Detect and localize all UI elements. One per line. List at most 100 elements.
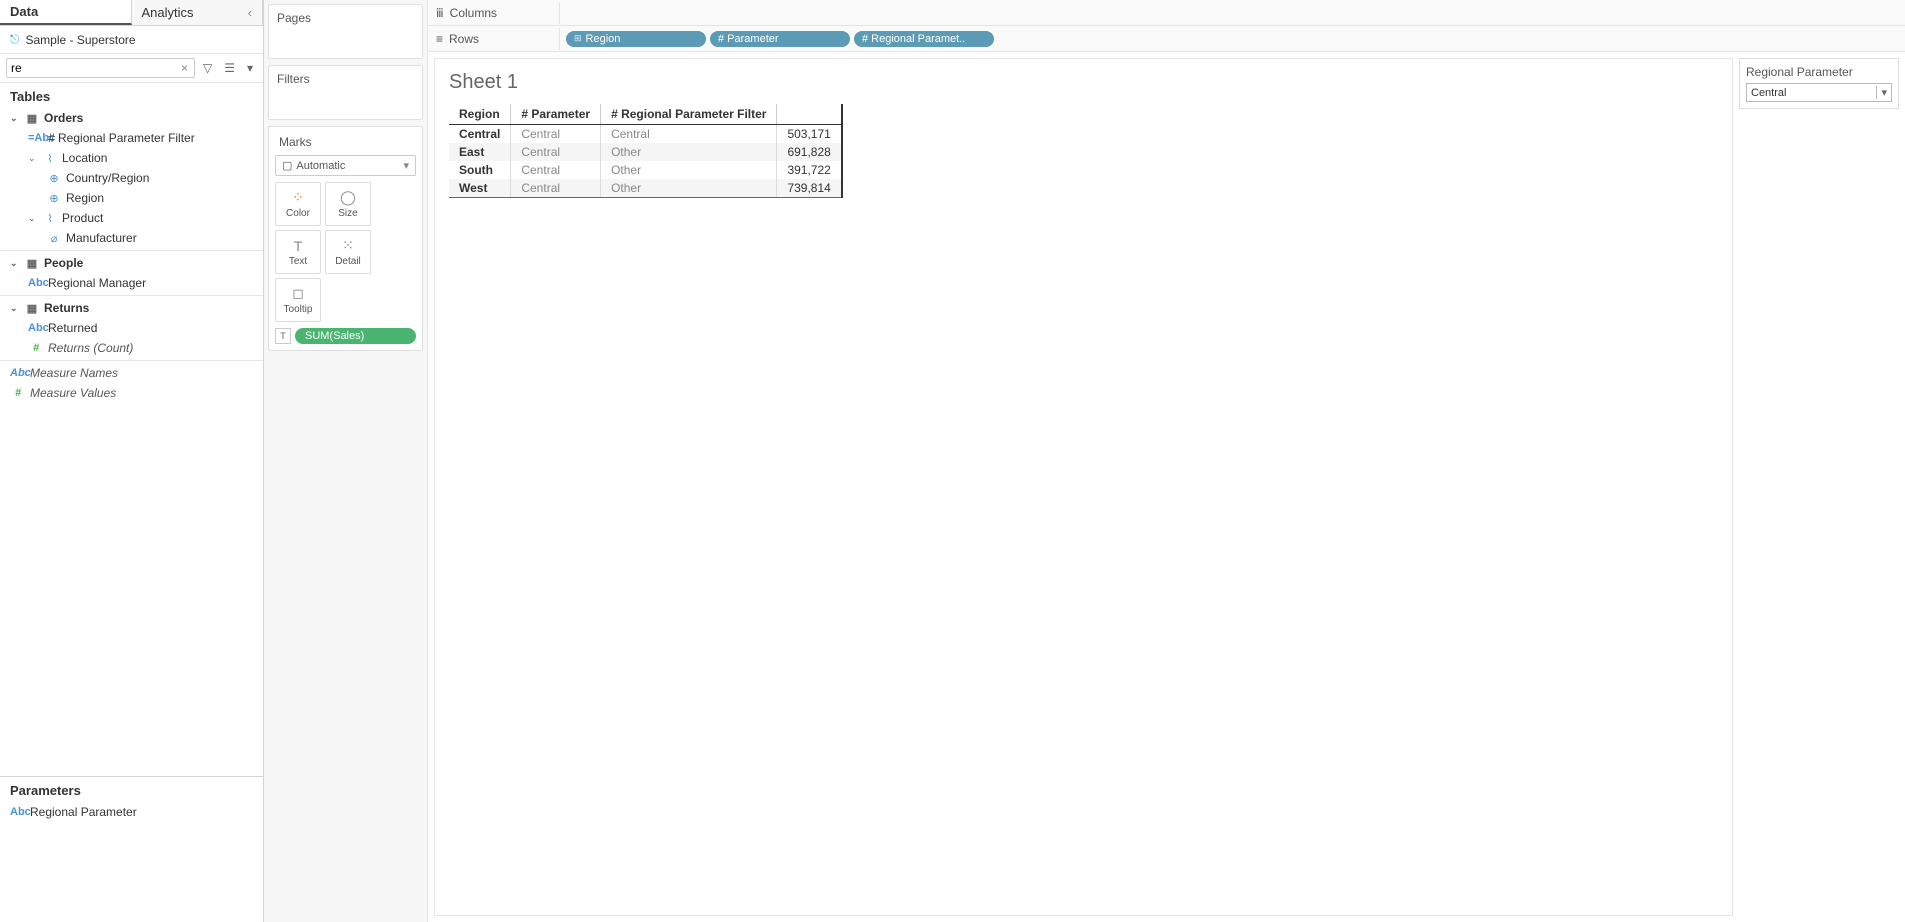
table-icon: ▦ <box>24 112 40 125</box>
columns-shelf-label: ⅲ Columns <box>428 2 560 24</box>
field-regional-manager[interactable]: Abc Regional Manager <box>0 273 263 293</box>
table-row[interactable]: West Central Other 739,814 <box>449 179 842 198</box>
dropdown-icon[interactable]: ▾ <box>243 59 257 77</box>
marks-detail-button[interactable]: ⁙Detail <box>325 230 371 274</box>
table-people[interactable]: ⌄ ▦ People <box>0 253 263 273</box>
table-returns[interactable]: ⌄ ▦ Returns <box>0 298 263 318</box>
cell-value: 391,722 <box>777 161 842 179</box>
field-label: Measure Values <box>30 386 116 400</box>
marks-btn-label: Text <box>289 256 307 267</box>
field-country-region[interactable]: ⊕ Country/Region <box>0 168 263 188</box>
automatic-icon: ▢ <box>282 159 292 172</box>
table-row[interactable]: East Central Other 691,828 <box>449 143 842 161</box>
divider <box>0 360 263 361</box>
marks-btn-label: Color <box>286 208 310 219</box>
marks-size-button[interactable]: ◯ Size <box>325 182 371 226</box>
parameter-control-dropdown[interactable]: Central ▾ <box>1746 83 1892 102</box>
columns-shelf[interactable] <box>560 11 1905 15</box>
row-pill-region[interactable]: ⊞Region <box>566 31 706 47</box>
rows-shelf[interactable]: ⊞Region # Parameter # Regional Paramet.. <box>560 29 1905 49</box>
field-manufacturer[interactable]: ⌀ Manufacturer <box>0 228 263 248</box>
field-region[interactable]: ⊕ Region <box>0 188 263 208</box>
size-icon: ◯ <box>340 189 356 206</box>
table-row[interactable]: South Central Other 391,722 <box>449 161 842 179</box>
marks-card: Marks ▢ Automatic ▾ ⁘Color ◯Size TText ⁙… <box>268 126 423 351</box>
folder-product[interactable]: ⌄ ⌇ Product <box>0 208 263 228</box>
rows-icon: ≡ <box>436 32 443 46</box>
marks-pill-sum-sales[interactable]: SUM(Sales) <box>295 328 416 344</box>
field-returned[interactable]: Abc Returned <box>0 318 263 338</box>
chevron-down-icon: ⌄ <box>28 153 38 164</box>
tab-data[interactable]: Data <box>0 0 132 25</box>
field-returns-count[interactable]: # Returns (Count) <box>0 338 263 358</box>
view-icon[interactable]: ☰ <box>220 59 239 77</box>
detail-icon: ⁙ <box>342 237 354 254</box>
table-label: Orders <box>44 111 83 125</box>
marks-type-dropdown[interactable]: ▢ Automatic ▾ <box>275 155 416 176</box>
parameter-control-card: Regional Parameter Central ▾ <box>1739 58 1899 109</box>
chevron-down-icon: ⌄ <box>10 303 20 314</box>
filters-label: Filters <box>277 72 310 86</box>
chevron-down-icon: ⌄ <box>10 258 20 269</box>
calc-icon: =Abc <box>28 132 44 144</box>
cell-filter: Other <box>601 161 777 179</box>
filters-shelf[interactable]: Filters <box>268 65 423 120</box>
filter-icon[interactable]: ▽ <box>199 59 216 77</box>
field-label: Manufacturer <box>66 231 137 245</box>
param-regional-parameter[interactable]: Abc Regional Parameter <box>0 802 263 822</box>
cell-parameter: Central <box>511 143 601 161</box>
table-orders[interactable]: ⌄ ▦ Orders <box>0 108 263 128</box>
marks-color-button[interactable]: ⁘Color <box>275 182 321 226</box>
cell-filter: Central <box>601 125 777 144</box>
rows-text: Rows <box>449 32 479 46</box>
folder-location[interactable]: ⌄ ⌇ Location <box>0 148 263 168</box>
marks-tooltip-button[interactable]: ◻Tooltip <box>275 278 321 322</box>
search-input-wrapper: × <box>6 58 195 78</box>
cell-parameter: Central <box>511 179 601 198</box>
text-icon: T <box>294 238 303 254</box>
marks-btn-label: Size <box>338 208 357 219</box>
field-measure-values[interactable]: # Measure Values <box>0 383 263 403</box>
datasource-row[interactable]: ⎋ Sample - Superstore <box>0 26 263 54</box>
rows-shelf-row: ≡ Rows ⊞Region # Parameter # Regional Pa… <box>428 26 1905 52</box>
pages-shelf[interactable]: Pages <box>268 4 423 59</box>
col-header-filter[interactable]: # Regional Parameter Filter <box>601 104 777 125</box>
field-label: Regional Manager <box>48 276 146 290</box>
hierarchy-icon: ⌇ <box>42 152 58 165</box>
col-header-region[interactable]: Region <box>449 104 511 125</box>
field-label: Location <box>62 151 107 165</box>
cell-value: 503,171 <box>777 125 842 144</box>
row-pill-regional-param[interactable]: # Regional Paramet.. <box>854 31 994 47</box>
sheet-title[interactable]: Sheet 1 <box>449 71 1718 94</box>
field-measure-names[interactable]: Abc Measure Names <box>0 363 263 383</box>
table-row[interactable]: Central Central Central 503,171 <box>449 125 842 144</box>
parameters-header: Parameters <box>0 777 263 802</box>
field-label: Region <box>66 191 104 205</box>
columns-shelf-row: ⅲ Columns <box>428 0 1905 26</box>
globe-icon: ⊕ <box>46 172 62 185</box>
col-header-value[interactable] <box>777 104 842 125</box>
data-table: Region # Parameter # Regional Parameter … <box>449 104 843 198</box>
tab-analytics[interactable]: Analytics‹ <box>132 0 264 25</box>
attribute-icon: ⌀ <box>46 232 62 245</box>
divider <box>0 295 263 296</box>
cell-parameter: Central <box>511 161 601 179</box>
parameter-control-title: Regional Parameter <box>1746 65 1892 79</box>
clear-icon[interactable]: × <box>179 61 190 75</box>
marks-type-label: Automatic <box>296 160 345 172</box>
datasource-name: Sample - Superstore <box>26 33 136 47</box>
col-header-parameter[interactable]: # Parameter <box>511 104 601 125</box>
hierarchy-icon: ⌇ <box>42 212 58 225</box>
tab-data-label: Data <box>10 4 38 19</box>
marks-text-button[interactable]: T Text <box>275 230 321 274</box>
search-input[interactable] <box>11 61 179 75</box>
hash-icon: # <box>28 342 44 354</box>
cell-value: 691,828 <box>777 143 842 161</box>
row-pill-parameter[interactable]: # Parameter <box>710 31 850 47</box>
datasource-icon: ⎋ <box>10 32 20 47</box>
field-regional-param-filter[interactable]: =Abc # Regional Parameter Filter <box>0 128 263 148</box>
rows-shelf-label: ≡ Rows <box>428 28 560 50</box>
cell-parameter: Central <box>511 125 601 144</box>
cell-region: South <box>449 161 511 179</box>
pill-label: Region <box>586 33 621 45</box>
